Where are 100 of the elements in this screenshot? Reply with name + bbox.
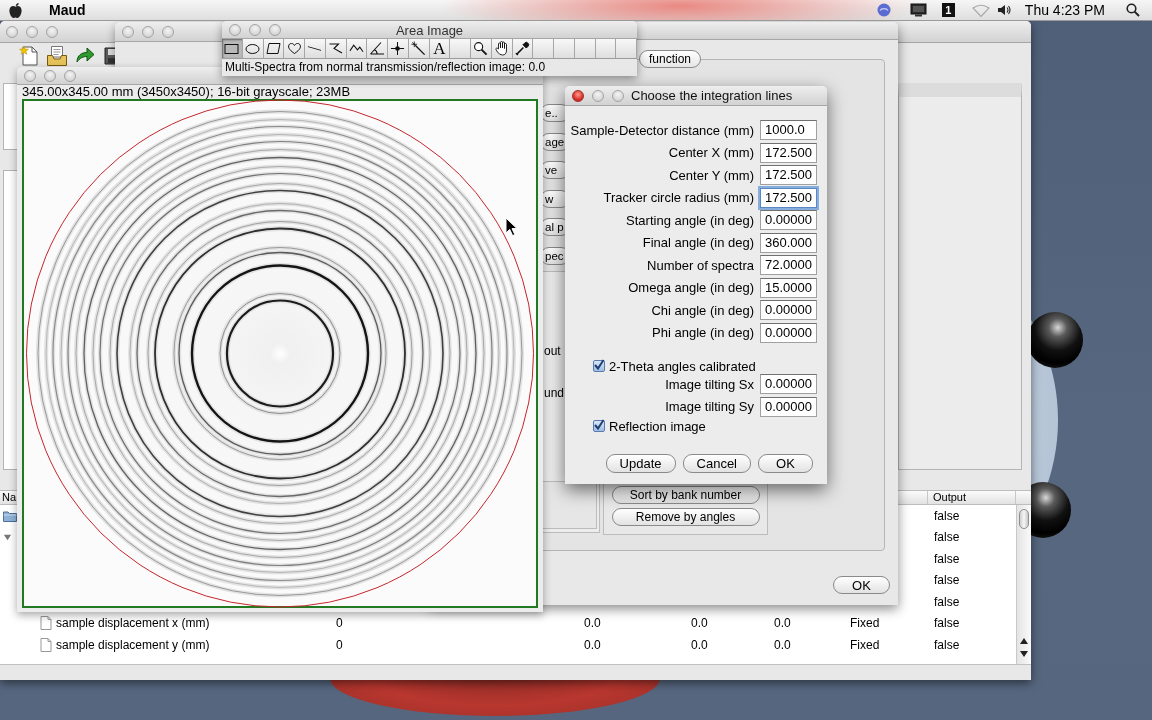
checkmark-icon — [594, 359, 605, 370]
spaces-indicator[interactable]: 1 — [941, 3, 955, 17]
field-label: Final angle (in deg) — [642, 235, 754, 250]
oval-icon — [245, 43, 261, 54]
ok-button[interactable]: OK — [833, 576, 890, 594]
checkbox-label[interactable]: 2-Theta angles calibrated — [609, 358, 756, 374]
option-button[interactable]: Sort by bank number — [611, 486, 760, 504]
heart-icon — [286, 43, 302, 54]
search-icon[interactable] — [1126, 3, 1140, 17]
table-cell: 0.0 — [584, 637, 601, 652]
field-label: Tracker circle radius (mm) — [603, 190, 754, 205]
vertical-scrollbar[interactable] — [1016, 505, 1031, 664]
line-icon — [307, 45, 323, 52]
rectangle-icon — [224, 43, 240, 54]
field-label: Chi angle (in deg) — [651, 302, 754, 318]
table-cell: Fixed — [850, 616, 880, 631]
table-cell: false — [934, 573, 960, 588]
menu-clock[interactable]: Thu 4:23 PM — [1024, 2, 1105, 18]
scroll-up-icon[interactable] — [1020, 638, 1028, 644]
tool-button[interactable] — [408, 39, 430, 58]
field-label: Omega angle (in deg) — [628, 280, 754, 295]
table-cell: sample displacement x (mm) — [56, 616, 210, 631]
window-title: Area Image — [395, 22, 464, 37]
dialog-button[interactable]: Cancel — [682, 454, 751, 473]
input-field[interactable]: 0.00000 — [760, 300, 817, 320]
folder-icon[interactable] — [3, 509, 17, 522]
app-menu[interactable]: Maud — [49, 2, 86, 18]
input-field[interactable]: 1000.0 — [760, 120, 817, 140]
scroll-down-icon[interactable] — [1020, 651, 1028, 657]
input-field[interactable]: 172.500 — [760, 165, 817, 185]
polygon-icon — [265, 43, 281, 54]
table-cell: sample displacement y (mm) — [56, 637, 210, 652]
checkmark-icon — [594, 419, 605, 430]
table-cell: false — [934, 530, 960, 545]
input-field[interactable]: 172.500 — [760, 142, 817, 163]
new-document-icon[interactable] — [18, 45, 40, 67]
magnifier-icon — [473, 41, 489, 56]
table-cell: false — [934, 594, 960, 609]
dropper-icon — [514, 41, 530, 56]
input-field[interactable]: 0.00000 — [760, 374, 817, 394]
document-icon — [40, 637, 52, 652]
input-field[interactable]: 0.00000 — [760, 322, 817, 343]
image-info-text: 345.00x345.00 mm (3450x3450); 16-bit grayscale; 23MB — [21, 85, 352, 99]
scrollbar-thumb[interactable] — [1019, 509, 1029, 529]
input-field[interactable]: 0.00000 — [760, 210, 817, 230]
wand-icon — [411, 41, 427, 56]
field-label: Starting angle (in deg) — [626, 212, 754, 228]
table-cell: 0.0 — [584, 616, 601, 631]
input-field[interactable]: 172.500 — [760, 187, 817, 208]
tool-button[interactable] — [346, 39, 368, 58]
table-cell: 0 — [336, 637, 343, 652]
field-label: Number of spectra — [647, 257, 754, 273]
input-field[interactable]: 360.000 — [760, 232, 817, 253]
document-icon — [40, 616, 52, 631]
option-button[interactable]: Remove by angles — [611, 508, 760, 526]
mouse-pointer-icon — [505, 217, 518, 237]
tool-button[interactable] — [491, 39, 513, 58]
tool-button[interactable] — [222, 39, 243, 58]
checkbox[interactable] — [593, 420, 605, 432]
option-label: out — [544, 343, 561, 358]
disclosure-triangle-icon[interactable] — [3, 532, 12, 542]
input-field[interactable]: 15.0000 — [760, 277, 817, 298]
tool-button[interactable] — [512, 39, 534, 58]
display-icon[interactable] — [909, 3, 927, 17]
dialog-button[interactable]: OK — [758, 454, 813, 473]
tool-button[interactable] — [242, 39, 264, 58]
table-cell: 0.0 — [691, 616, 708, 631]
checkbox-label[interactable]: Reflection image — [609, 418, 706, 434]
field-label: Phi angle (in deg) — [652, 325, 754, 340]
tab[interactable]: function — [639, 50, 702, 68]
polyline-icon — [328, 43, 344, 54]
tool-button[interactable] — [388, 39, 409, 58]
text-tool-button[interactable]: A — [429, 39, 451, 58]
tool-button[interactable] — [367, 39, 388, 58]
table-cell: 0.0 — [774, 616, 791, 631]
crosshair-icon — [390, 41, 406, 56]
apple-icon[interactable] — [8, 1, 23, 19]
field-label: Center Y (mm) — [669, 167, 754, 183]
disc-icon[interactable] — [876, 3, 891, 17]
table-cell: false — [934, 508, 960, 523]
option-label: und — [544, 385, 565, 400]
volume-icon[interactable] — [996, 4, 1011, 16]
input-field[interactable]: 72.0000 — [760, 255, 817, 275]
table-cell: Fixed — [850, 637, 880, 652]
window-title: Choose the integration lines — [631, 88, 793, 103]
tool-button[interactable] — [284, 39, 305, 58]
field-label: Center X (mm) — [668, 145, 754, 160]
input-field[interactable]: 0.00000 — [760, 396, 817, 417]
inbox-tray-icon[interactable] — [46, 45, 68, 67]
column-header[interactable]: Output — [933, 491, 967, 503]
checkbox[interactable] — [593, 360, 605, 372]
tool-button[interactable] — [471, 39, 492, 58]
close-button[interactable] — [572, 89, 584, 102]
table-cell: 0 — [336, 616, 343, 631]
dialog-button[interactable]: Update — [605, 454, 676, 473]
table-cell: false — [934, 551, 960, 566]
tool-button[interactable] — [325, 39, 347, 58]
angle-icon — [369, 42, 385, 55]
tool-button[interactable] — [263, 39, 285, 58]
column-header[interactable]: Na — [2, 491, 17, 503]
